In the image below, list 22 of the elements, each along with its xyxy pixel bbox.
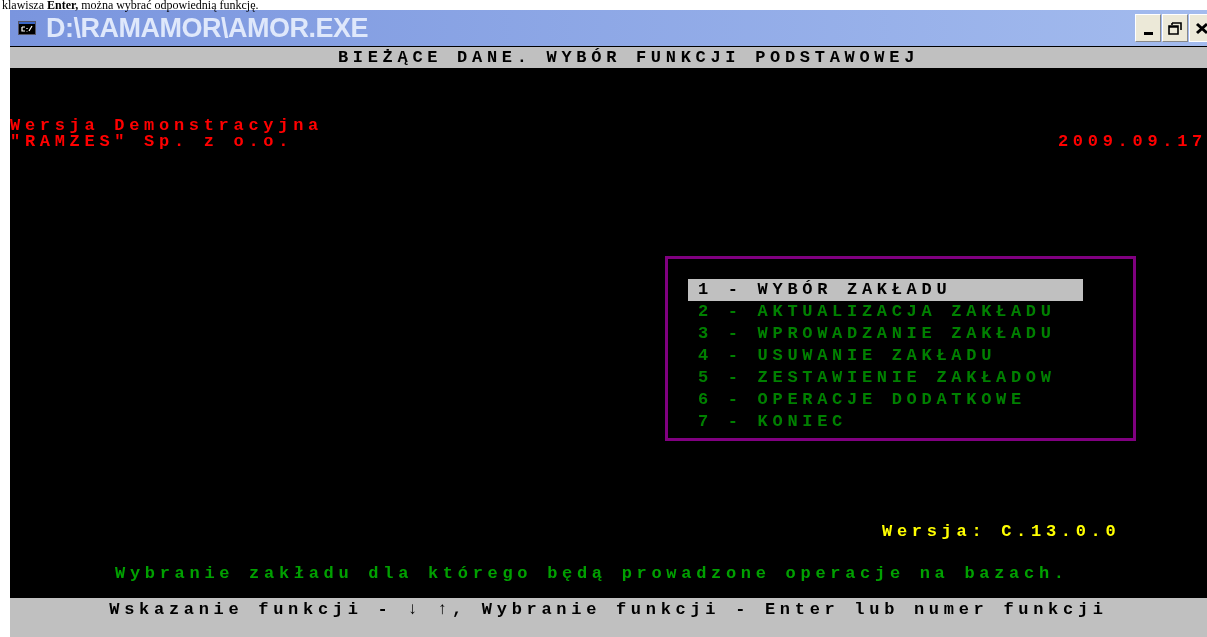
console-icon [18, 21, 36, 35]
menu-item[interactable]: 6 - OPERACJE DODATKOWE [688, 389, 1083, 411]
menu-item[interactable]: 4 - USUWANIE ZAKŁADU [688, 345, 1083, 367]
status-text: Wskazanie funkcji - ↓ ↑, Wybranie funkcji - Enter lub numer funkcji [109, 599, 1108, 621]
date: 2009.09.17 [1057, 134, 1207, 150]
menu-item[interactable]: 2 - AKTUALIZACJA ZAKŁADU [688, 301, 1083, 323]
minimize-icon [1143, 32, 1153, 35]
menu-item[interactable]: 1 - WYBÓR ZAKŁADU [688, 279, 1083, 301]
version-text: Wersja: C.13.0.0 [882, 521, 1122, 543]
info-line: "RAMZES" Sp. z o.o. [10, 134, 294, 150]
description-text: Wybranie zakładu dla którego będą prowadzone operacje na bazach. [115, 563, 1070, 585]
minimize-button[interactable] [1135, 14, 1161, 42]
header-title: BIEŻĄCE DANE. WYBÓR FUNKCJI PODSTAWOWEJ [336, 47, 920, 68]
restore-button[interactable] [1162, 14, 1188, 42]
menu-item[interactable]: 3 - WPROWADZANIE ZAKŁADU [688, 323, 1083, 345]
info-line: Wersja Demonstracyjna [10, 118, 323, 134]
document-text: klawisza Enter, można wybrać odpowiednią funkcję. [1, 0, 260, 10]
restore-icon [1168, 21, 1182, 35]
close-icon [1195, 21, 1207, 35]
window-title: D:\RAMAMOR\AMOR.EXE [46, 12, 368, 45]
menu-item[interactable]: 7 - KONIEC [688, 411, 1083, 433]
menu-item[interactable]: 5 - ZESTAWIENIE ZAKŁADOW [688, 367, 1083, 389]
